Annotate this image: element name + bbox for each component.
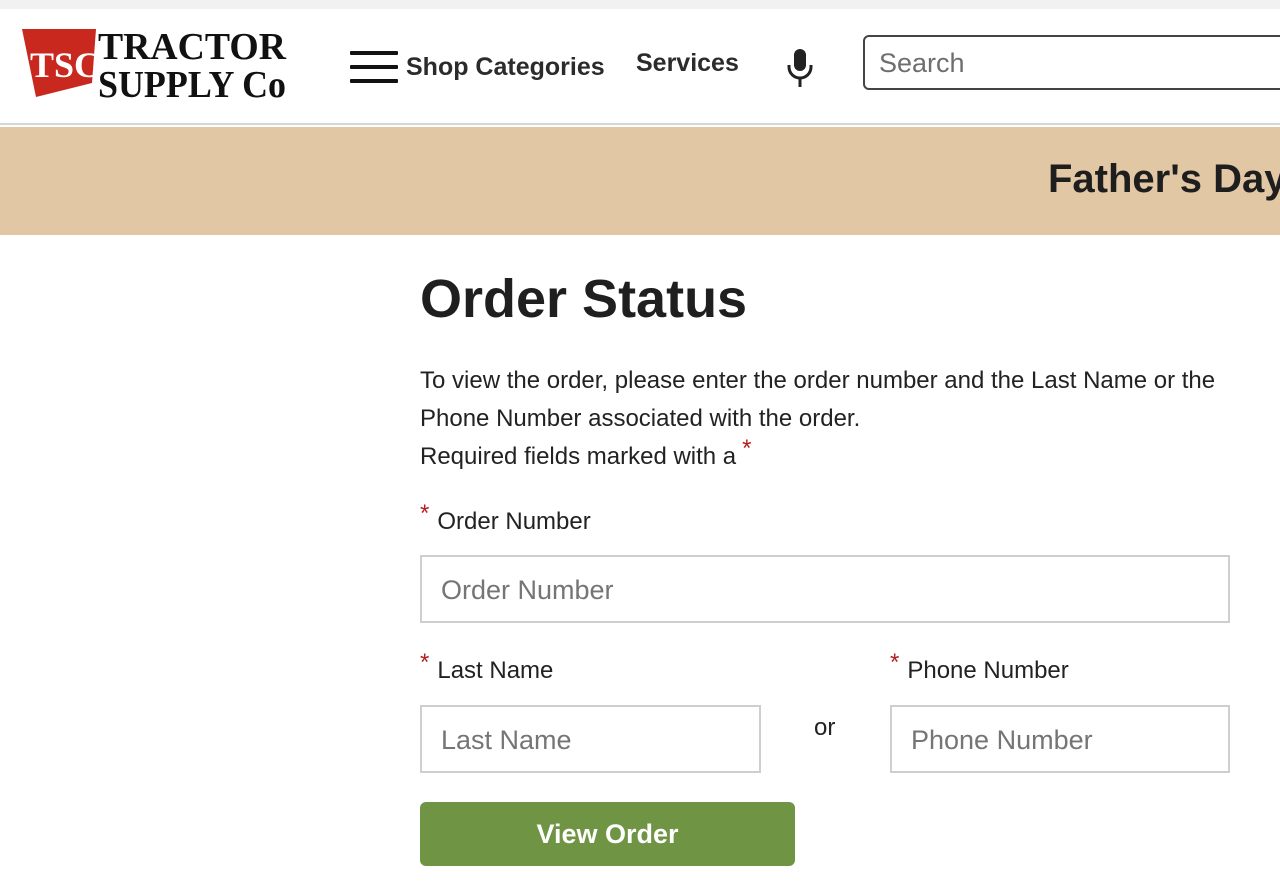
search-box bbox=[863, 35, 1280, 90]
services-link[interactable]: Services bbox=[636, 49, 739, 78]
order-number-input[interactable] bbox=[441, 573, 1218, 607]
required-note: Required fields marked with a bbox=[420, 443, 737, 470]
last-name-box bbox=[420, 705, 761, 773]
order-number-label-text: Order Number bbox=[437, 508, 591, 535]
order-number-box bbox=[420, 555, 1230, 623]
last-name-label-text: Last Name bbox=[437, 657, 554, 684]
top-strip bbox=[0, 0, 1280, 9]
required-note-line: Required fields marked with a * bbox=[420, 435, 1232, 476]
site-header: TSC TRACTOR SUPPLY Co Shop Categories Se… bbox=[0, 9, 1280, 125]
phone-number-input[interactable] bbox=[911, 723, 1218, 757]
microphone-icon[interactable] bbox=[786, 47, 814, 91]
shop-categories-label: Shop Categories bbox=[406, 52, 605, 81]
phone-number-box bbox=[890, 705, 1230, 773]
last-name-label: * Last Name bbox=[420, 649, 554, 685]
promo-banner[interactable]: Father's Day bbox=[0, 127, 1280, 235]
tractor-supply-logo[interactable]: TSC TRACTOR SUPPLY Co bbox=[20, 25, 290, 103]
required-star-icon: * bbox=[890, 649, 900, 676]
phone-number-label: * Phone Number bbox=[890, 649, 1069, 685]
required-star-icon: * bbox=[420, 649, 430, 676]
view-order-button[interactable]: View Order bbox=[420, 802, 795, 866]
intro-text-block: To view the order, please enter the orde… bbox=[420, 362, 1232, 476]
hamburger-icon bbox=[350, 51, 398, 83]
intro-text: To view the order, please enter the orde… bbox=[420, 367, 1216, 432]
phone-number-label-text: Phone Number bbox=[907, 657, 1069, 684]
order-number-label: * Order Number bbox=[420, 500, 591, 536]
search-input[interactable] bbox=[879, 45, 1259, 81]
required-star-icon: * bbox=[742, 435, 752, 462]
or-separator: or bbox=[814, 714, 836, 741]
logo-graphic: TSC TRACTOR SUPPLY Co bbox=[22, 26, 287, 103]
promo-banner-text: Father's Day bbox=[1048, 157, 1280, 201]
shop-categories-menu[interactable]: Shop Categories bbox=[350, 47, 605, 87]
page-title: Order Status bbox=[420, 269, 748, 329]
logo-line-1: TRACTOR bbox=[98, 26, 287, 68]
logo-badge-text: TSC bbox=[30, 45, 100, 85]
last-name-input[interactable] bbox=[441, 723, 749, 757]
logo-line-2: SUPPLY Co bbox=[98, 64, 286, 103]
required-star-icon: * bbox=[420, 500, 430, 527]
